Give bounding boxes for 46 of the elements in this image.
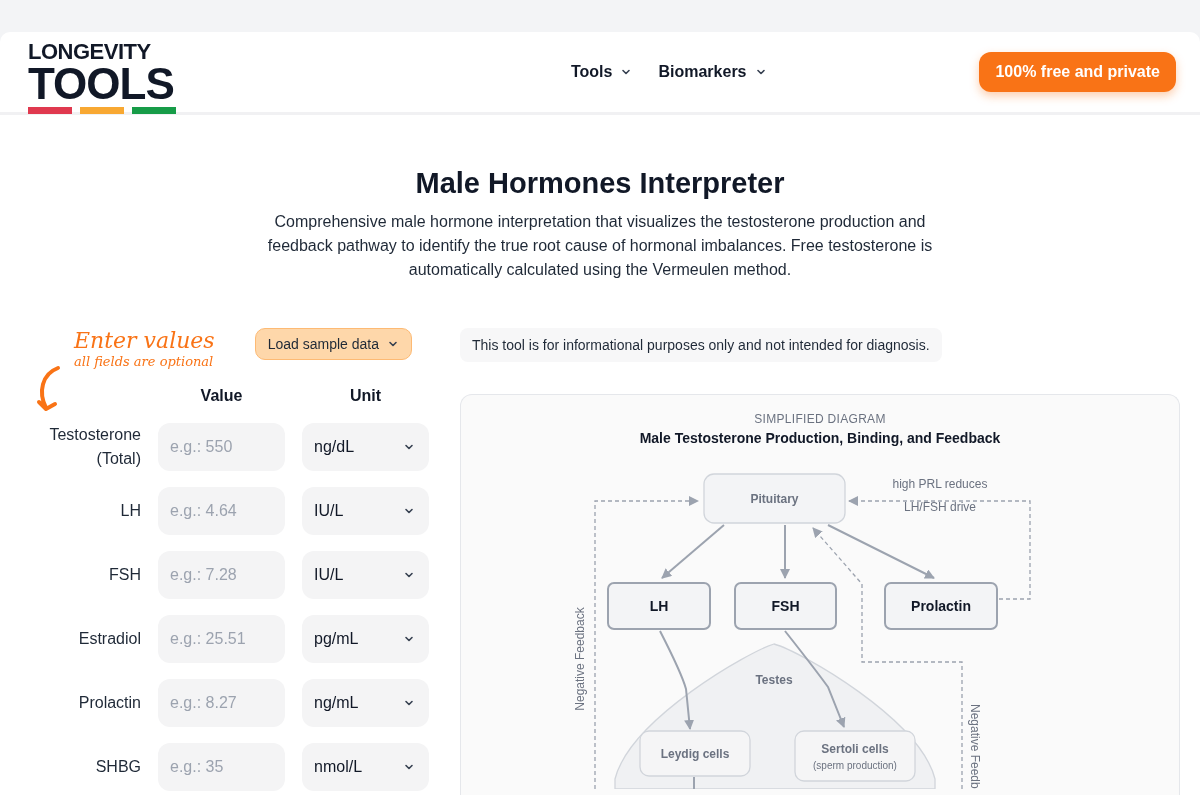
page-title: Male Hormones Interpreter [414,167,786,200]
column-header: Value [199,387,244,405]
unit-select[interactable]: pg/mL [302,615,429,663]
node-label: Pituitary [750,491,799,506]
field-label: SHBG [94,757,141,777]
page-description: Comprehensive male hormone interpretation that visualizes the testosterone production and feedback pathway to identify the true root cause of hormonal imbalances. Free testosterone is automatically calculated using the Vermeulen method. [266,212,934,280]
feedback-label: Negative Feedb [968,704,982,789]
logo-text: LONGEVITY [28,40,152,63]
node-label: FSH [771,597,800,614]
node-label: LH [649,597,669,614]
unit-select[interactable]: nmol/L [302,743,429,791]
field-label: Prolactin [77,693,141,713]
hint-title: Enter values [74,328,215,354]
unit-select[interactable]: IU/L [302,551,429,599]
field-label: LH [119,501,141,521]
nav-menu[interactable]: Biomarkers [658,63,767,81]
load-sample-button[interactable]: Load sample data [254,328,412,360]
node-note: (sperm production) [813,760,897,771]
hint-subtitle: all fields are optional [74,354,215,369]
value-field[interactable]: e.g.: 4.64 [158,487,285,535]
logo-text: TOOLS [28,62,175,105]
diagram-title: Male Testosterone Production, Binding, and Feedback [639,430,1001,446]
field-label: Estradiol [77,629,141,649]
value-field[interactable]: e.g.: 7.28 [158,551,285,599]
value-field[interactable]: e.g.: 8.27 [158,679,285,727]
diagram-note: LH/FSH drive [904,500,976,514]
value-field[interactable]: e.g.: 35 [158,743,285,791]
diagram-eyebrow: SIMPLIFIED DIAGRAM [754,412,886,426]
organ-label: Testes [755,673,793,687]
field-label: FSH [108,565,141,585]
value-field[interactable]: e.g.: 550 [158,423,285,471]
node-label: Leydig cells [660,746,730,761]
nav-menu[interactable]: Tools [570,63,633,81]
node-label: Sertoli cells [821,742,889,756]
column-header: Unit [348,387,383,405]
unit-select[interactable]: ng/dL [302,423,429,471]
field-label: Testosterone (Total) [48,425,141,469]
disclaimer-note: This tool is for informational purposes only and not intended for diagnosis. [460,328,942,362]
node-label: Prolactin [911,597,971,614]
unit-select[interactable]: ng/mL [302,679,429,727]
flow-arrow [780,524,790,579]
diagram-note: high PRL reduces [892,477,988,491]
value-field[interactable]: e.g.: 25.51 [158,615,285,663]
flow-arrow [661,524,725,579]
unit-select[interactable]: IU/L [302,487,429,535]
feedback-label: Negative Feedback [573,607,587,711]
